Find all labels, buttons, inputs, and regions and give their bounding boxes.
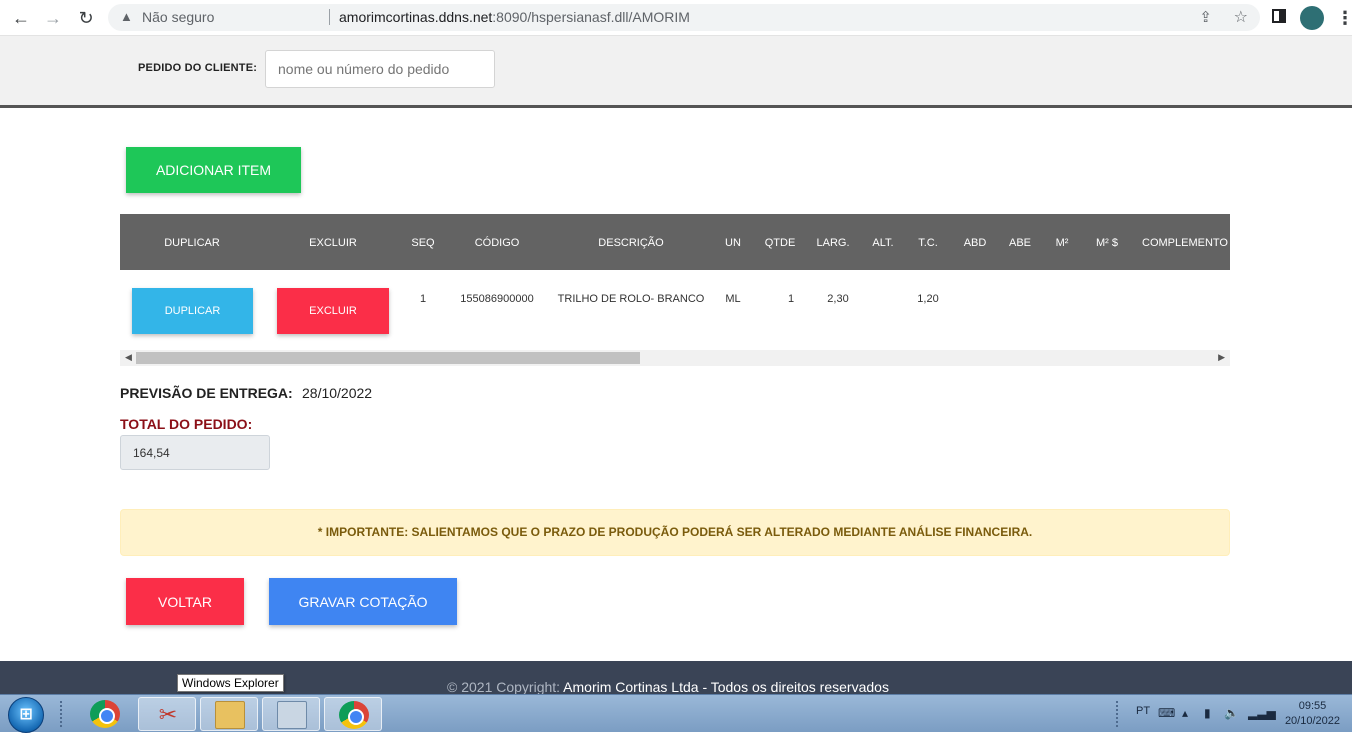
cell-seq: 1 [419,293,427,305]
copyright-prefix: © 2021 Copyright: [447,679,564,695]
address-bar[interactable]: ▲ Não seguro amorimcortinas.ddns.net:809… [108,4,1260,31]
client-order-label: PEDIDO DO CLIENTE: [138,62,258,74]
col-m2: M² [1055,237,1069,249]
col-complement: COMPLEMENTO [1142,237,1228,249]
url-path: :8090/hspersianasf.dll/AMORIM [492,9,690,25]
keyboard-icon[interactable]: ⌨ [1158,706,1175,720]
share-icon[interactable]: ⇪ [1199,8,1212,26]
taskbar-grip [60,701,64,727]
back-button[interactable]: VOLTAR [126,578,244,625]
delivery-forecast-date: 28/10/2022 [302,385,373,401]
browser-toolbar: ← → ↻ ▲ Não seguro amorimcortinas.ddns.n… [0,0,1352,36]
col-qty: QTDE [764,237,796,249]
col-m2-price: M² $ [1096,237,1118,249]
production-notice: * IMPORTANTE: SALIENTAMOS QUE O PRAZO DE… [120,509,1230,556]
chrome-icon [90,700,120,728]
kebab-menu-icon[interactable]: ⋮ [1336,6,1352,30]
order-total-field[interactable] [120,435,270,470]
col-width: LARG. [816,237,850,249]
col-tc: T.C. [918,237,938,249]
col-seq: SEQ [411,237,435,249]
cell-width: 2,30 [827,293,849,305]
cell-code: 155086900000 [460,293,534,305]
clock-time: 09:55 [1298,700,1327,712]
delivery-forecast-label: PREVISÃO DE ENTREGA: [120,385,293,401]
calculator-icon [277,701,307,729]
bookmark-star-icon[interactable]: ☆ [1234,7,1248,27]
language-indicator[interactable]: PT [1136,705,1150,717]
taskbar-windows-explorer[interactable] [200,697,258,731]
battery-icon[interactable]: ▮ [1204,706,1211,720]
address-separator [329,9,330,25]
warning-icon: ▲ [120,9,133,24]
order-total-label: TOTAL DO PEDIDO: [120,416,253,432]
taskbar-calculator[interactable] [262,697,320,731]
scroll-left-arrow-icon[interactable]: ◀ [125,352,132,363]
items-table-header: DUPLICAR EXCLUIR SEQ CÓDIGO DESCRIÇÃO UN… [120,214,1230,270]
cell-unit: ML [725,293,741,305]
security-label: Não seguro [142,9,215,25]
company-name: Amorim Cortinas Ltda - Todos os direitos… [563,679,889,695]
url-host: amorimcortinas.ddns.net [339,9,493,25]
windows-taskbar: ⊞ ✂ PT ⌨ ▴ ▮ 🔈 ▂▃▅ 09:55 20/10/2022 [0,694,1352,733]
save-quote-button[interactable]: GRAVAR COTAÇÃO [269,578,457,625]
network-icon[interactable]: ▂▃▅ [1248,706,1276,720]
copyright-text: © 2021 Copyright: Amorim Cortinas Ltda -… [447,679,889,695]
tray-grip [1116,701,1120,727]
profile-avatar[interactable] [1300,6,1324,30]
table-row: DUPLICAR EXCLUIR 1 155086900000 TRILHO D… [120,270,1230,350]
scroll-right-arrow-icon[interactable]: ▶ [1218,352,1225,363]
system-tray: PT ⌨ ▴ ▮ 🔈 ▂▃▅ 09:55 20/10/2022 [1112,695,1352,733]
start-button[interactable]: ⊞ [8,697,44,733]
cell-qty: 1 [787,293,795,305]
col-code: CÓDIGO [474,237,520,249]
col-duplicate: DUPLICAR [164,237,220,249]
show-hidden-icons-icon[interactable]: ▴ [1182,706,1188,720]
taskbar-snipping-tool[interactable]: ✂ [138,697,196,731]
cell-description: TRILHO DE ROLO- BRANCO [557,293,705,305]
table-horizontal-scrollbar[interactable]: ◀ ▶ [120,350,1230,366]
reload-icon[interactable]: ↻ [74,6,98,30]
client-order-input[interactable] [265,50,495,88]
folder-icon [215,701,245,729]
cell-tc: 1,20 [917,293,939,305]
clock[interactable]: 09:55 20/10/2022 [1285,699,1340,729]
back-arrow-icon[interactable]: ← [9,6,33,30]
col-abd: ABD [963,237,987,249]
clock-date: 20/10/2022 [1284,715,1340,727]
volume-icon[interactable]: 🔈 [1224,706,1239,720]
taskbar-chrome[interactable] [76,697,134,731]
col-abe: ABE [1008,237,1032,249]
chrome-profile-icon [339,701,369,729]
delete-button[interactable]: EXCLUIR [277,288,389,334]
col-description: DESCRIÇÃO [598,237,664,249]
taskbar-tooltip: Windows Explorer [177,674,284,692]
add-item-button[interactable]: ADICIONAR ITEM [126,147,301,193]
side-panel-icon[interactable] [1272,9,1286,23]
col-unit: UN [725,237,741,249]
scissors-icon: ✂ [158,702,178,727]
col-height: ALT. [872,237,894,249]
duplicate-button[interactable]: DUPLICAR [132,288,253,334]
taskbar-chrome-profile[interactable] [324,697,382,731]
col-delete: EXCLUIR [309,237,357,249]
url-text: amorimcortinas.ddns.net:8090/hspersianas… [339,9,690,25]
order-search-bar: PEDIDO DO CLIENTE: [0,36,1352,108]
forward-arrow-icon[interactable]: → [41,6,65,30]
scrollbar-thumb[interactable] [136,352,640,364]
